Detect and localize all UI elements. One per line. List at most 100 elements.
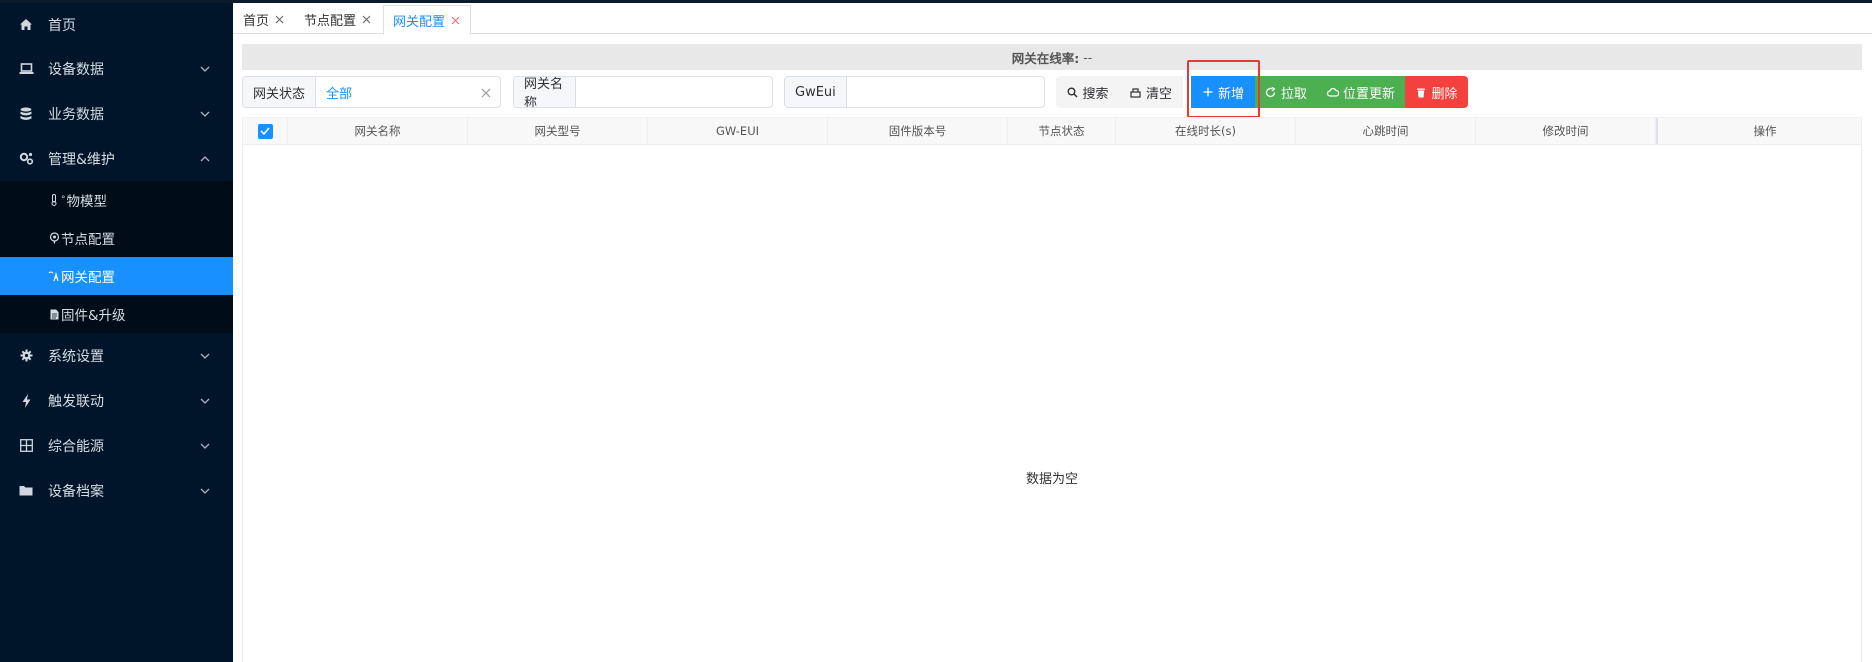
sidebar-item-label: 设备数据 [48, 61, 104, 78]
refresh-icon [1265, 86, 1277, 98]
cloud-icon [1326, 86, 1339, 98]
sidebar-item-label: 综合能源 [48, 438, 104, 455]
laptop-icon [18, 61, 34, 77]
gateway-icon [48, 269, 60, 283]
table-header: 网关名称 网关型号 GW-EUI 固件版本号 节点状态 在线时长(s) 心跳时间… [243, 118, 1861, 145]
sidebar-item-device-data[interactable]: 设备数据 [0, 46, 233, 91]
gateway-name-field[interactable]: 网关名称 [513, 76, 773, 108]
thermometer-icon [48, 193, 60, 207]
column-header-node-status[interactable]: 节点状态 [1008, 118, 1116, 144]
gweui-label: GwEui [785, 77, 847, 107]
gateway-status-value[interactable]: 全部 [316, 77, 500, 107]
chevron-down-icon [199, 485, 211, 497]
sidebar-item-label: 网关配置 [61, 270, 115, 286]
chevron-down-icon [199, 395, 211, 407]
gateway-table: 网关名称 网关型号 GW-EUI 固件版本号 节点状态 在线时长(s) 心跳时间… [242, 117, 1862, 662]
clear-button-label: 清空 [1145, 86, 1172, 102]
column-header-actions: 操作 [1656, 118, 1872, 144]
gweui-field[interactable]: GwEui [784, 76, 1045, 108]
sidebar-item-label: 系统设置 [48, 348, 104, 365]
database-icon [18, 106, 34, 122]
location-update-button[interactable]: 位置更新 [1317, 76, 1405, 108]
column-header-gateway-model[interactable]: 网关型号 [468, 118, 648, 144]
sidebar-item-thing-model[interactable]: ° 物模型 [0, 181, 233, 219]
plus-icon [1202, 86, 1214, 98]
tab-label: 网关配置 [393, 14, 446, 30]
tab-label: 节点配置 [304, 14, 357, 29]
sidebar-item-management[interactable]: 管理&维护 [0, 136, 233, 181]
column-header-gw-eui[interactable]: GW-EUI [648, 118, 828, 144]
sidebar-item-label: 设备档案 [48, 483, 104, 500]
sidebar-item-system-settings[interactable]: 系统设置 [0, 333, 233, 378]
chevron-down-icon [199, 440, 211, 452]
sidebar-item-device-archive[interactable]: 设备档案 [0, 468, 233, 513]
bolt-icon [18, 393, 34, 409]
tab-node-config[interactable]: 节点配置 [295, 5, 381, 34]
sidebar-item-label: 管理&维护 [48, 151, 115, 168]
gateway-status-label: 网关状态 [243, 77, 317, 107]
add-button-label: 新增 [1217, 86, 1244, 102]
sidebar-item-label: 固件&升级 [61, 308, 126, 324]
sidebar-item-label: 触发联动 [48, 393, 104, 410]
tab-label: 首页 [243, 14, 270, 29]
sidebar-item-label: 物模型 [66, 194, 108, 210]
online-rate-label: 网关在线率: [1011, 50, 1080, 66]
column-header-firmware-version[interactable]: 固件版本号 [828, 118, 1008, 144]
select-all-cell [243, 118, 288, 144]
gweui-input[interactable] [846, 77, 1044, 107]
search-button[interactable]: 搜索 [1056, 76, 1119, 108]
chevron-down-icon [199, 350, 211, 362]
node-icon [48, 231, 60, 245]
main-content: 网关在线率: -- 网关状态 全部 网关名称 GwEui 搜索 清空 新增 拉取… [233, 34, 1872, 662]
column-header-heartbeat-time[interactable]: 心跳时间 [1296, 118, 1476, 144]
file-icon [48, 307, 60, 321]
delete-button-label: 删除 [1431, 86, 1458, 102]
clear-icon[interactable] [479, 86, 492, 99]
sidebar-item-trigger-linkage[interactable]: 触发联动 [0, 378, 233, 423]
tab-gateway-config[interactable]: 网关配置 [383, 5, 472, 35]
add-button[interactable]: 新增 [1191, 76, 1255, 108]
grid-icon [18, 438, 34, 454]
gateway-name-input[interactable] [576, 77, 772, 107]
filter-bar: 网关状态 全部 网关名称 GwEui 搜索 清空 新增 拉取 位置更新 删除 [242, 60, 1862, 118]
home-icon [18, 17, 34, 33]
sidebar-item-business-data[interactable]: 业务数据 [0, 91, 233, 136]
table-empty-text: 数据为空 [1025, 472, 1078, 487]
gateway-name-label: 网关名称 [514, 77, 576, 107]
gateway-online-rate-bar: 网关在线率: -- [242, 44, 1862, 70]
close-icon[interactable] [360, 14, 372, 26]
sidebar-item-gateway-config[interactable]: 网关配置 [0, 257, 233, 295]
degree-mark: ° [61, 195, 66, 205]
eraser-icon [1130, 86, 1142, 98]
sidebar-item-integrated-energy[interactable]: 综合能源 [0, 423, 233, 468]
chevron-down-icon [199, 108, 211, 120]
sidebar-item-label: 节点配置 [61, 232, 115, 248]
sidebar-item-home[interactable]: 首页 [0, 3, 233, 46]
search-icon [1066, 86, 1078, 98]
chevron-down-icon [199, 63, 211, 75]
column-header-modified-time[interactable]: 修改时间 [1476, 118, 1656, 144]
trash-icon [1415, 86, 1427, 98]
folder-icon [18, 483, 34, 499]
pull-button-label: 拉取 [1280, 86, 1307, 102]
column-header-gateway-name[interactable]: 网关名称 [288, 118, 468, 144]
sidebar-item-label: 业务数据 [48, 106, 104, 123]
app-root: 首页 设备数据 业务数据 管理&维护 ° 物模型 节点配置 网关配置 固件&升级… [0, 0, 1872, 662]
gear-icon [18, 348, 34, 364]
column-header-online-duration[interactable]: 在线时长(s) [1116, 118, 1296, 144]
close-icon[interactable] [273, 14, 285, 26]
submenu-management: ° 物模型 节点配置 网关配置 固件&升级 [0, 181, 233, 333]
search-button-label: 搜索 [1082, 86, 1109, 102]
gateway-status-select[interactable]: 网关状态 全部 [242, 76, 501, 108]
tab-bar: 首页 节点配置 网关配置 [233, 0, 1872, 35]
close-icon[interactable] [449, 14, 461, 26]
tab-home[interactable]: 首页 [234, 5, 294, 34]
sidebar-item-node-config[interactable]: 节点配置 [0, 219, 233, 257]
select-all-checkbox[interactable] [257, 123, 273, 139]
pull-button[interactable]: 拉取 [1255, 76, 1317, 108]
sidebar-item-firmware[interactable]: 固件&升级 [0, 295, 233, 333]
delete-button[interactable]: 删除 [1405, 76, 1468, 108]
clear-button[interactable]: 清空 [1119, 76, 1183, 108]
sidebar-item-label: 首页 [48, 17, 76, 34]
online-rate-value: -- [1083, 49, 1093, 65]
